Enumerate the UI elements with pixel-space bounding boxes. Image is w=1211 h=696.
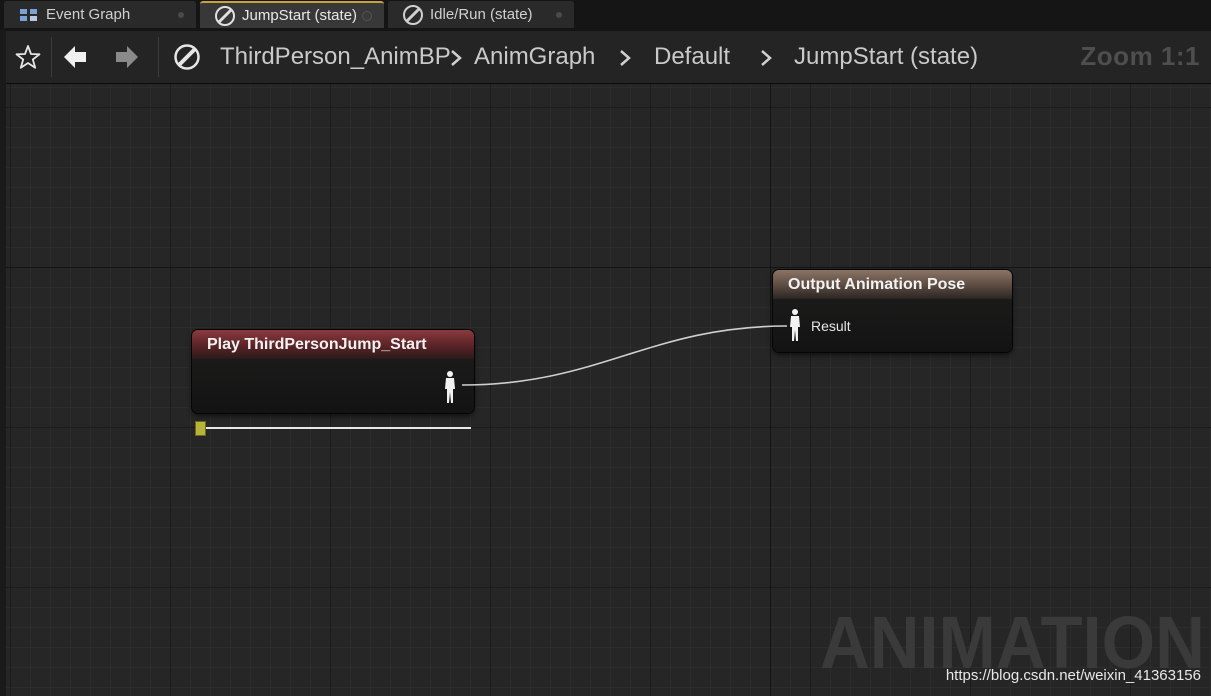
tab-label: Idle/Run (state) bbox=[430, 6, 533, 23]
forward-button[interactable] bbox=[109, 39, 145, 75]
tab-label: JumpStart (state) bbox=[242, 7, 358, 24]
state-icon bbox=[214, 5, 236, 27]
event-graph-icon bbox=[18, 4, 40, 26]
back-button[interactable] bbox=[57, 39, 93, 75]
zoom-level: Zoom 1:1 bbox=[1080, 41, 1200, 71]
arrow-left-icon bbox=[64, 46, 86, 68]
graph-type-indicator bbox=[169, 39, 205, 75]
close-icon[interactable] bbox=[178, 11, 184, 18]
pose-pin-icon[interactable] bbox=[788, 308, 802, 341]
state-icon bbox=[174, 44, 200, 70]
playback-track[interactable] bbox=[198, 427, 471, 429]
play-animation-node[interactable]: Play ThirdPersonJump_Start bbox=[192, 330, 474, 413]
node-title: Output Animation Pose bbox=[773, 270, 1012, 299]
chevron-right-icon[interactable] bbox=[446, 46, 466, 70]
breadcrumb-item-jumpstart-state: JumpStart (state) bbox=[794, 43, 979, 70]
tab-event-graph[interactable]: Event Graph bbox=[4, 1, 196, 28]
source-credit: https://blog.csdn.net/weixin_41363156 bbox=[945, 667, 1201, 684]
document-tab-bar: Event Graph JumpStart (state) Idle/Run (… bbox=[0, 0, 1211, 30]
toolbar-divider bbox=[158, 37, 159, 77]
pose-pin-icon[interactable] bbox=[443, 370, 457, 403]
tab-jumpstart-state[interactable]: JumpStart (state) bbox=[200, 1, 384, 28]
state-icon bbox=[402, 4, 424, 26]
node-title: Play ThirdPersonJump_Start bbox=[192, 330, 474, 359]
tab-idle-run-state[interactable]: Idle/Run (state) bbox=[388, 1, 574, 28]
output-animation-pose-node[interactable]: Output Animation Pose Result bbox=[773, 270, 1012, 352]
playback-scrubber-handle[interactable] bbox=[195, 421, 206, 436]
star-icon bbox=[15, 45, 41, 69]
toolbar-divider bbox=[51, 37, 52, 77]
favorite-button[interactable] bbox=[10, 39, 46, 75]
arrow-right-icon bbox=[116, 46, 138, 68]
breadcrumb-item-anim-bp[interactable]: ThirdPerson_AnimBP bbox=[220, 43, 451, 71]
result-pin-label: Result bbox=[811, 318, 851, 334]
breadcrumb-item-anim-graph[interactable]: AnimGraph bbox=[474, 43, 595, 71]
close-icon[interactable] bbox=[362, 10, 372, 21]
chevron-right-icon[interactable] bbox=[756, 46, 776, 70]
chevron-right-icon[interactable] bbox=[615, 46, 635, 70]
tab-label: Event Graph bbox=[46, 6, 131, 23]
breadcrumb-bar: ThirdPerson_AnimBP AnimGraph Default Jum… bbox=[6, 31, 1211, 84]
breadcrumb-item-default[interactable]: Default bbox=[654, 43, 730, 71]
close-icon[interactable] bbox=[556, 11, 562, 18]
